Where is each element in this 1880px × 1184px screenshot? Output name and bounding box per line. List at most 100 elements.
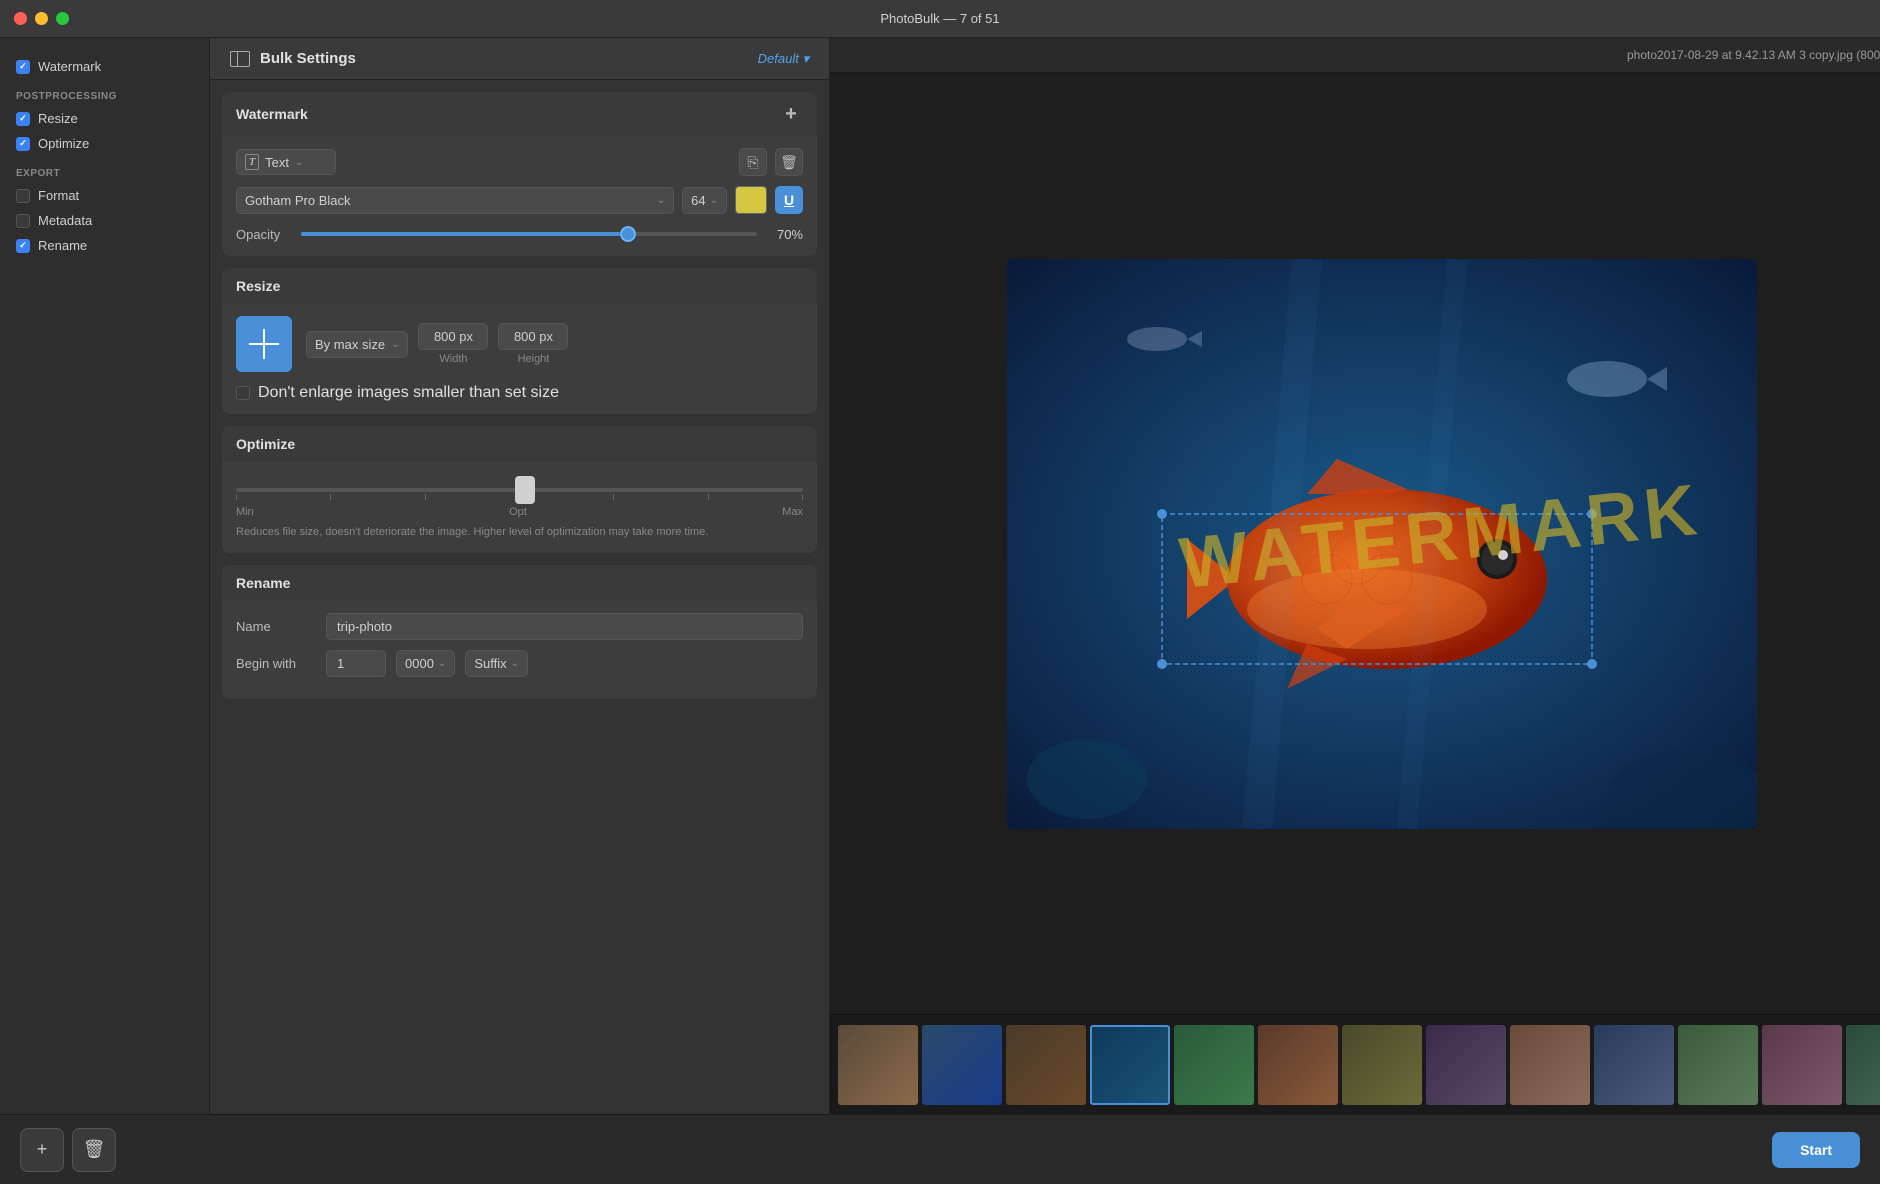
resize-checkbox[interactable]	[16, 112, 30, 126]
close-button[interactable]	[14, 12, 27, 25]
optimize-checkbox[interactable]	[16, 137, 30, 151]
filmstrip-thumb-13[interactable]	[1846, 1025, 1880, 1105]
mark-5	[613, 494, 614, 500]
resize-section-body: By max size ⌄ 800 px Width 800 px Height	[222, 304, 817, 414]
filmstrip-thumb-12[interactable]	[1762, 1025, 1842, 1105]
watermark-checkbox[interactable]	[16, 60, 30, 74]
sidebar-item-resize[interactable]: Resize	[0, 106, 209, 131]
fish-scene: WATERMARK	[1007, 259, 1757, 829]
filmstrip-thumb-9[interactable]	[1510, 1025, 1590, 1105]
optimize-label: Optimize	[38, 136, 89, 151]
watermark-add-button[interactable]: +	[779, 102, 803, 126]
copy-watermark-button[interactable]: ⎘	[739, 148, 767, 176]
image-header: photo2017-08-29 at 9.42.13 AM 3 copy.jpg…	[830, 38, 1880, 73]
type-label: Text	[265, 155, 289, 170]
thumb-inner-13	[1846, 1025, 1880, 1105]
optimize-slider-container	[236, 488, 803, 500]
crosshair-icon	[249, 329, 279, 359]
sidebar-item-format[interactable]: Format	[0, 183, 209, 208]
rename-section-title: Rename	[236, 575, 290, 591]
default-dropdown[interactable]: Default ▾	[758, 51, 809, 67]
opacity-slider[interactable]	[301, 224, 757, 244]
name-label: Name	[236, 619, 316, 634]
begin-with-input[interactable]	[326, 650, 386, 677]
optimize-max-label: Max	[782, 506, 803, 518]
width-input[interactable]: 800 px	[418, 323, 488, 350]
optimize-labels: Min Opt Max	[236, 506, 803, 518]
mark-7	[802, 494, 803, 500]
trash-icon: 🗑	[780, 154, 798, 171]
height-field: 800 px Height	[498, 323, 568, 365]
filmstrip-thumb-10[interactable]	[1594, 1025, 1674, 1105]
type-select[interactable]: T Text ⌄	[236, 149, 336, 175]
sidebar-item-watermark[interactable]: Watermark	[0, 54, 209, 79]
rename-begin-row: Begin with 0000 ⌄ Suffix ⌄	[236, 650, 803, 677]
watermark-section-title: Watermark	[236, 106, 308, 122]
name-input[interactable]	[326, 613, 803, 640]
filmstrip-thumb-5[interactable]	[1174, 1025, 1254, 1105]
optimize-opt-label: Opt	[509, 506, 527, 518]
start-button[interactable]: Start	[1772, 1132, 1860, 1168]
font-arrow-icon: ⌄	[657, 195, 665, 206]
thumb-inner-5	[1174, 1025, 1254, 1105]
optimize-section-title: Optimize	[236, 436, 295, 452]
window-controls[interactable]	[14, 12, 69, 25]
mark-3	[425, 494, 426, 500]
sidebar-item-optimize[interactable]: Optimize	[0, 131, 209, 156]
height-input[interactable]: 800 px	[498, 323, 568, 350]
filmstrip-thumb-7[interactable]	[1342, 1025, 1422, 1105]
titlebar: PhotoBulk — 7 of 51	[0, 0, 1880, 38]
font-select[interactable]: Gotham Pro Black ⌄	[236, 187, 674, 214]
dont-enlarge-label: Don't enlarge images smaller than set si…	[258, 384, 559, 402]
font-size-select[interactable]: 64 ⌄	[682, 187, 727, 214]
delete-file-button[interactable]: 🗑	[72, 1128, 116, 1172]
minimize-button[interactable]	[35, 12, 48, 25]
format-checkbox[interactable]	[16, 189, 30, 203]
filmstrip-thumb-2[interactable]	[922, 1025, 1002, 1105]
delete-watermark-button[interactable]: 🗑	[775, 148, 803, 176]
optimize-track	[236, 488, 803, 492]
watermark-section: Watermark + T Text ⌄ ⎘	[222, 92, 817, 256]
filmstrip-thumb-11[interactable]	[1678, 1025, 1758, 1105]
filmstrip	[830, 1014, 1880, 1114]
optimize-section-body: Min Opt Max Reduces file size, doesn't d…	[222, 462, 817, 553]
opacity-track	[301, 232, 757, 236]
add-file-button[interactable]: +	[20, 1128, 64, 1172]
suffix-select[interactable]: Suffix ⌄	[465, 650, 528, 677]
watermark-section-header: Watermark +	[222, 92, 817, 136]
color-swatch[interactable]	[735, 186, 767, 214]
metadata-checkbox[interactable]	[16, 214, 30, 228]
optimize-thumb[interactable]	[515, 476, 535, 504]
settings-scroll[interactable]: Watermark + T Text ⌄ ⎘	[210, 80, 829, 1114]
maximize-button[interactable]	[56, 12, 69, 25]
opacity-thumb[interactable]	[620, 226, 636, 242]
optimize-description: Reduces file size, doesn't deteriorate t…	[236, 524, 803, 541]
thumb-inner-7	[1342, 1025, 1422, 1105]
resize-section: Resize By max size ⌄ 800	[222, 268, 817, 414]
suffix-arrow-icon: ⌄	[511, 658, 519, 669]
bulk-header-left: Bulk Settings	[230, 50, 356, 67]
delete-icon: 🗑	[83, 1139, 106, 1160]
main-content: Watermark POSTPROCESSING Resize Optimize…	[0, 38, 1880, 1114]
resize-mode-select[interactable]: By max size ⌄	[306, 331, 408, 358]
filmstrip-thumb-6[interactable]	[1258, 1025, 1338, 1105]
app-title: PhotoBulk — 7 of 51	[880, 11, 999, 26]
rename-checkbox[interactable]	[16, 239, 30, 253]
sidebar-item-rename[interactable]: Rename	[0, 233, 209, 258]
filmstrip-thumb-1[interactable]	[838, 1025, 918, 1105]
sidebar-item-metadata[interactable]: Metadata	[0, 208, 209, 233]
resize-label: Resize	[38, 111, 78, 126]
font-name: Gotham Pro Black	[245, 193, 351, 208]
size-arrow-icon: ⌄	[710, 195, 718, 206]
filmstrip-thumb-3[interactable]	[1006, 1025, 1086, 1105]
filmstrip-thumb-4-active[interactable]	[1090, 1025, 1170, 1105]
resize-section-title: Resize	[236, 278, 280, 294]
resize-icon-box	[236, 316, 292, 372]
rename-section-header: Rename	[222, 565, 817, 601]
filmstrip-thumb-8[interactable]	[1426, 1025, 1506, 1105]
sidebar: Watermark POSTPROCESSING Resize Optimize…	[0, 38, 210, 1114]
format-select[interactable]: 0000 ⌄	[396, 650, 455, 677]
underline-button[interactable]: U	[775, 186, 803, 214]
dont-enlarge-checkbox[interactable]	[236, 386, 250, 400]
optimize-min-label: Min	[236, 506, 254, 518]
